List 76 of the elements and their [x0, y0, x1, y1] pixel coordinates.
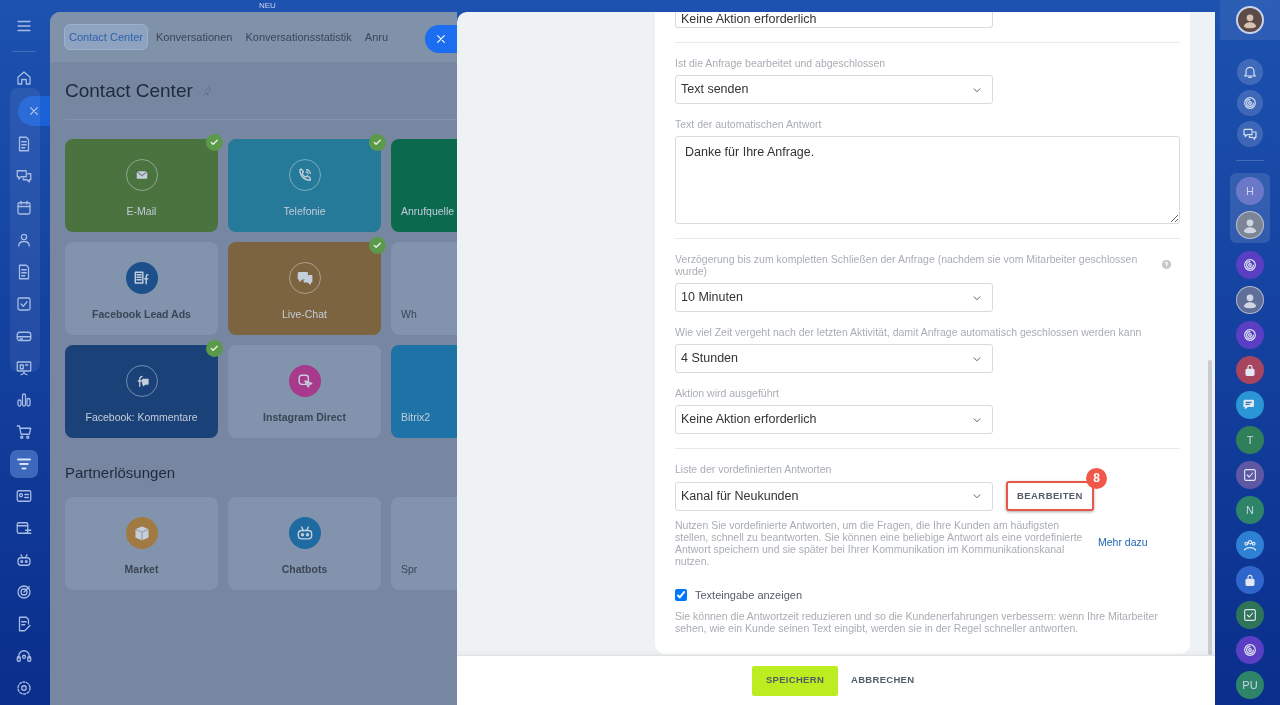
tile-label: Market — [123, 562, 160, 577]
channel-tile[interactable]: E-Mail — [65, 139, 218, 232]
tab[interactable]: Contact Center — [64, 23, 148, 51]
field-label: Ist die Anfrage bearbeitet und abgeschlossen — [675, 57, 886, 69]
checkmark-icon — [206, 134, 223, 151]
filter-icon[interactable] — [10, 450, 38, 478]
new-label: NEU — [259, 1, 276, 10]
text-area[interactable]: Danke für Ihre Anfrage. — [675, 136, 1180, 224]
cancel-button[interactable]: ABBRECHEN — [851, 665, 915, 696]
dropdown[interactable]: Text senden — [675, 75, 993, 104]
scrollbar-thumb[interactable] — [1208, 360, 1212, 655]
tile-label: Facebook Lead Ads — [91, 307, 192, 322]
checkbox-icon[interactable] — [1236, 461, 1264, 489]
field-label: Verzögerung bis zum kompletten Schließen der Anfrage (nachdem sie vom Mitarbeiter geschlossen wurde) — [675, 253, 1139, 277]
channel-tile[interactable]: Instagram Direct — [228, 345, 381, 438]
tab[interactable]: Anru — [359, 23, 394, 51]
lock-icon[interactable] — [1236, 566, 1264, 594]
lock-icon[interactable] — [1236, 356, 1264, 384]
checkmark-icon — [206, 340, 223, 357]
group-icon[interactable] — [1236, 531, 1264, 559]
dropdown[interactable]: Kanal für Neukunden — [675, 481, 993, 511]
edit-button[interactable]: BEARBEITEN — [1006, 481, 1094, 511]
checkmark-icon — [369, 134, 386, 151]
field-label: Liste der vordefinierten Antworten — [675, 463, 832, 475]
tab[interactable]: Konversationen — [151, 23, 238, 51]
chat-initials[interactable]: H — [1236, 177, 1264, 205]
dropdown[interactable]: Keine Aktion erforderlich — [675, 12, 993, 28]
channel-tile[interactable]: Market — [65, 497, 218, 590]
channel-tile[interactable]: Telefonie — [228, 139, 381, 232]
bell-icon[interactable] — [1237, 59, 1263, 85]
channel-tile[interactable]: Chatbots — [228, 497, 381, 590]
tile-label: Telefonie — [282, 204, 327, 219]
dropdown[interactable]: Keine Aktion erforderlich — [675, 405, 993, 434]
step-badge: 8 — [1086, 468, 1107, 489]
swirl-icon[interactable] — [1236, 321, 1264, 349]
avatar[interactable] — [1236, 6, 1264, 34]
more-link[interactable]: Mehr dazu — [1098, 535, 1148, 551]
page-title: Contact Center — [65, 78, 193, 103]
tile-label: Chatbots — [280, 562, 329, 577]
section-heading: Partnerlösungen — [65, 463, 177, 483]
tile-label: Wh — [401, 307, 417, 322]
save-button[interactable]: SPEICHERN — [752, 665, 838, 696]
chat-initials[interactable]: PU — [1236, 671, 1264, 699]
swirl-icon[interactable] — [1236, 636, 1264, 664]
channel-tile[interactable]: Facebook Lead Ads — [65, 242, 218, 335]
chat-icon[interactable] — [1237, 121, 1263, 147]
channel-tile[interactable]: Bitrix2 — [391, 345, 457, 438]
swirl-icon[interactable] — [1236, 251, 1264, 279]
field-label: Wie viel Zeit vergeht nach der letzten Aktivität, damit Anfrage automatisch geschlossen werden kann — [675, 326, 1142, 338]
tile-label: Anrufquelle — [401, 204, 455, 219]
field-label: Aktion wird ausgeführt — [675, 387, 779, 399]
tile-label: Bitrix2 — [401, 410, 431, 425]
checkbox-label: Texteingabe anzeigen — [695, 588, 803, 603]
tile-label: Live-Chat — [281, 307, 328, 322]
tab[interactable]: Konversationsstatistik — [240, 23, 357, 51]
channel-tile[interactable]: Facebook: Kommentare — [65, 345, 218, 438]
tile-label: Facebook: Kommentare — [84, 410, 199, 425]
channel-tile[interactable]: Anrufquelle — [391, 139, 457, 232]
help-text: Nutzen Sie vordefinierte Antworten, um die Fragen, die Ihre Kunden am häufigsten stellen, schnell zu beantworten. Sie können eine beliebige Antwort als eine vordefinierte Antwort speichern und sie später bei Ihrer Kommunikation im Kommunikationskanal nutzen. — [675, 519, 1084, 567]
chat-initials[interactable]: N — [1236, 496, 1264, 524]
checkmark-icon — [369, 237, 386, 254]
chat-initials[interactable]: T — [1236, 426, 1264, 454]
swirl-icon[interactable] — [1237, 90, 1263, 116]
channel-tile[interactable]: Live-Chat — [228, 242, 381, 335]
tile-label: E-Mail — [125, 204, 158, 219]
dropdown[interactable]: 4 Stunden — [675, 344, 993, 373]
tile-label: Instagram Direct — [262, 410, 347, 425]
help-text: Sie können die Antwortzeit reduzieren und so die Kundenerfahrungen verbessern: wenn Ihre Mitarbeiter sehen, wie ein Kunde seinen Text eingibt, werden sie in der Regel schneller antworten. — [675, 609, 1159, 634]
field-label: Text der automatischen Antwort — [675, 118, 823, 130]
checkbox[interactable] — [675, 589, 687, 602]
checkbox-icon[interactable] — [1236, 601, 1264, 629]
bubble-icon[interactable] — [1236, 391, 1264, 419]
tile-label: Spr — [401, 562, 418, 577]
dropdown[interactable]: 10 Minuten — [675, 283, 993, 312]
channel-tile[interactable]: Wh — [391, 242, 457, 335]
channel-tile[interactable]: Spr — [391, 497, 457, 590]
